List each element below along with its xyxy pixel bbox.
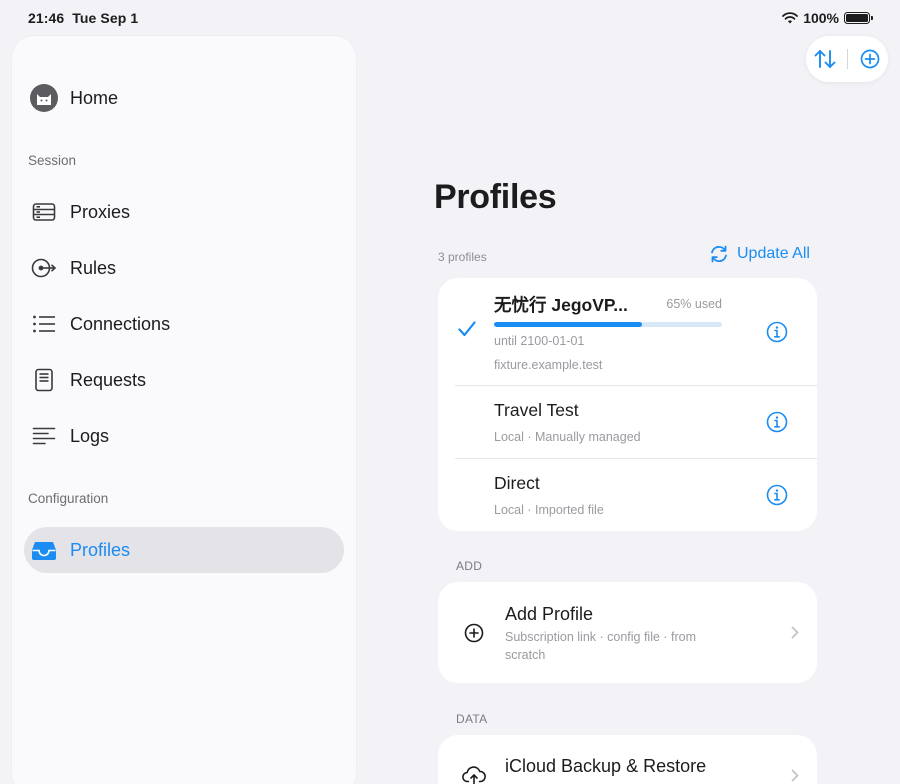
sidebar-item-connections[interactable]: Connections [28, 301, 346, 347]
add-profile-title: Add Profile [505, 604, 594, 624]
usage-progress-bar [494, 322, 722, 327]
status-time: 21:46 Tue Sep 1 [28, 10, 138, 26]
checkmark-icon [458, 321, 476, 337]
page-title: Profiles [434, 178, 557, 216]
usage-progress-fill [494, 322, 643, 327]
sidebar-item-label: Requests [70, 369, 147, 390]
sidebar-item-home[interactable]: Home [28, 75, 346, 121]
profile-subtitle: Local · Manually managed [494, 430, 641, 444]
section-header-session: Session [28, 153, 77, 168]
clock: 21:46 [28, 10, 65, 26]
list-icon [28, 308, 60, 340]
sidebar: Home Session Proxies Rules Connections R… [12, 36, 356, 784]
profile-host: fixture.example.test [494, 358, 603, 372]
sidebar-item-proxies[interactable]: Proxies [28, 189, 346, 235]
refresh-icon [711, 245, 727, 263]
plus-circle-icon [462, 621, 486, 645]
route-icon [28, 252, 60, 284]
icloud-backup-button[interactable]: iCloud Backup & Restore [438, 735, 817, 784]
status-indicators: 100% [782, 10, 873, 26]
profile-name: Travel Test [494, 400, 579, 420]
arrow-up-down-icon [814, 50, 835, 68]
info-button[interactable] [765, 410, 789, 434]
profile-expiry: until 2100-01-01 [494, 334, 585, 348]
sidebar-item-label: Home [70, 87, 119, 108]
sidebar-item-label: Logs [70, 425, 110, 446]
sidebar-item-logs[interactable]: Logs [28, 413, 346, 459]
profiles-list: 无忧行 JegoVP... 65% used until 2100-01-01 … [438, 278, 817, 531]
toolbar [806, 36, 888, 82]
profile-name: 无忧行 JegoVP... [494, 295, 628, 315]
sidebar-item-rules[interactable]: Rules [28, 245, 346, 291]
battery-percent: 100% [803, 10, 839, 26]
wifi-icon [782, 12, 799, 24]
info-button[interactable] [765, 483, 789, 507]
sidebar-item-profiles[interactable]: Profiles [24, 527, 344, 573]
section-header-configuration: Configuration [28, 491, 109, 506]
info-button[interactable] [765, 320, 789, 344]
icloud-title: iCloud Backup & Restore [505, 756, 707, 776]
sidebar-item-label: Rules [70, 257, 117, 278]
tray-icon [28, 534, 60, 566]
toolbar-divider [846, 49, 848, 69]
document-icon [28, 364, 60, 396]
section-header-data: DATA [456, 712, 488, 726]
sort-button[interactable] [810, 44, 840, 74]
sidebar-item-label: Proxies [70, 201, 131, 222]
update-all-button[interactable]: Update All [709, 245, 810, 263]
section-header-add: ADD [456, 559, 483, 573]
chevron-right-icon [791, 626, 799, 639]
info-circle-icon [766, 411, 788, 433]
battery-icon [844, 12, 873, 24]
sidebar-item-label: Connections [70, 313, 171, 334]
text-lines-icon [28, 420, 60, 452]
profile-subtitle: Local · Imported file [494, 503, 604, 517]
profile-count: 3 profiles [438, 250, 487, 264]
profile-name: Direct [494, 473, 540, 493]
profile-row[interactable]: Direct Local · Imported file [438, 459, 817, 531]
add-profile-subtitle: Subscription link · config file · from s… [505, 630, 697, 662]
add-button[interactable] [855, 44, 885, 74]
date: Tue Sep 1 [72, 10, 139, 26]
sidebar-item-label: Profiles [70, 539, 131, 560]
status-bar: 21:46 Tue Sep 1 100% [0, 0, 900, 36]
usage-label: 65% used [666, 297, 722, 311]
update-all-label: Update All [737, 245, 810, 262]
chevron-right-icon [791, 769, 799, 782]
cat-avatar-icon [28, 82, 60, 114]
add-profile-button[interactable]: Add Profile Subscription link · config f… [438, 582, 817, 683]
sidebar-item-requests[interactable]: Requests [28, 357, 346, 403]
info-circle-icon [766, 321, 788, 343]
server-icon [28, 196, 60, 228]
profile-row[interactable]: Travel Test Local · Manually managed [438, 386, 817, 459]
plus-circle-icon [860, 49, 879, 69]
profile-row-selected[interactable]: 无忧行 JegoVP... 65% used until 2100-01-01 … [438, 278, 817, 386]
info-circle-icon [766, 484, 788, 506]
cloud-upload-icon [462, 763, 486, 784]
